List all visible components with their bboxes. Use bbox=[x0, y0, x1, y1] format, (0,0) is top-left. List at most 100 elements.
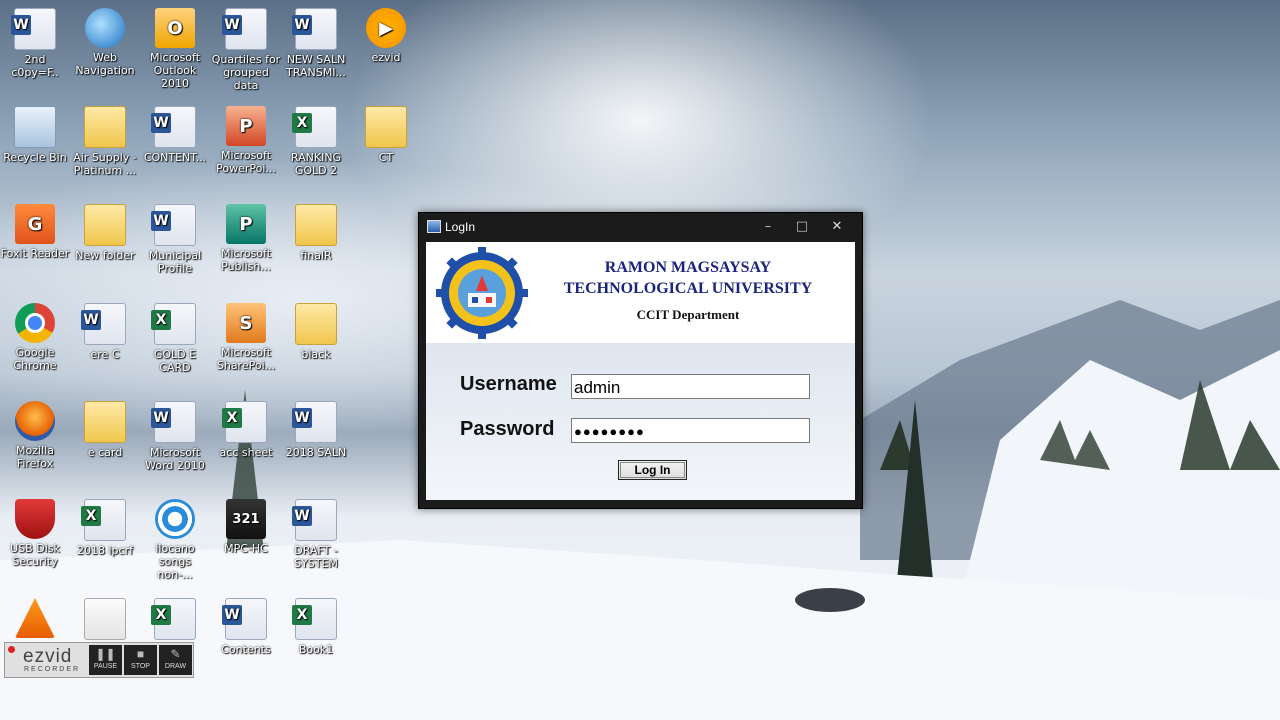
excel-icon bbox=[222, 401, 267, 443]
login-form: Username admin Password ●●●●●●●● Log In bbox=[426, 343, 855, 500]
desktop-icon[interactable]: e card bbox=[70, 401, 140, 459]
ppt-icon: P bbox=[226, 106, 266, 146]
desktop-icon-label: DRAFT - SYSTEM bbox=[294, 544, 338, 570]
chrome-icon bbox=[15, 303, 55, 343]
word-icon bbox=[292, 401, 337, 443]
desktop-icon[interactable]: P Microsoft Publish... bbox=[211, 204, 281, 273]
log-in-button[interactable]: Log In bbox=[618, 460, 687, 480]
desktop-icon[interactable]: finalR bbox=[281, 204, 351, 262]
desktop-icon-label: 2018 ipcrf bbox=[77, 544, 133, 557]
desktop-icon[interactable]: S Microsoft SharePoi... bbox=[211, 303, 281, 372]
word-icon bbox=[222, 8, 267, 50]
desktop-icon[interactable]: 321 MPC-HC bbox=[211, 499, 281, 555]
desktop-icon-label: NEW SALN TRANSMI... bbox=[286, 53, 346, 79]
excel-icon bbox=[292, 598, 337, 640]
desktop-icon[interactable]: DRAFT - SYSTEM bbox=[281, 499, 351, 570]
draw-button[interactable]: ✎ DRAW bbox=[159, 645, 192, 675]
desktop-icon[interactable]: O Microsoft Outlook 2010 bbox=[140, 8, 210, 90]
desktop-icon-label: Microsoft PowerPoi... bbox=[216, 149, 276, 175]
desktop-icon[interactable]: CONTENT... bbox=[140, 106, 210, 164]
shield-icon bbox=[15, 499, 55, 539]
window-titlebar[interactable]: LogIn – □ ✕ bbox=[419, 213, 862, 241]
desktop-icon-label: Microsoft SharePoi... bbox=[216, 346, 276, 372]
folder-icon bbox=[295, 303, 337, 345]
desktop-icon[interactable]: Quartiles for grouped data bbox=[211, 8, 281, 92]
vlc-icon bbox=[15, 598, 55, 638]
desktop-icon[interactable]: G Foxit Reader bbox=[0, 204, 70, 260]
desktop-icon[interactable]: NEW SALN TRANSMI... bbox=[281, 8, 351, 79]
minimize-button[interactable]: – bbox=[753, 217, 783, 237]
excel-icon bbox=[151, 598, 196, 640]
desktop-icon-label: Recycle Bin bbox=[3, 151, 67, 164]
desktop-icon[interactable]: ere C bbox=[70, 303, 140, 361]
desktop-icon[interactable]: CT bbox=[351, 106, 421, 164]
excel-icon bbox=[81, 499, 126, 541]
pause-button[interactable]: ❚❚ PAUSE bbox=[89, 645, 122, 675]
word-icon bbox=[81, 303, 126, 345]
desktop-icon[interactable]: New folder bbox=[70, 204, 140, 262]
desktop-icon[interactable]: ▶ ezvid bbox=[351, 8, 421, 64]
desktop-icon-label: ezvid bbox=[371, 51, 401, 64]
pause-icon: ❚❚ bbox=[95, 647, 116, 661]
desktop-icon-label: Contents bbox=[221, 643, 271, 656]
word-icon bbox=[11, 8, 56, 50]
desktop-icon-label: e card bbox=[87, 446, 123, 459]
desktop-icon[interactable]: black bbox=[281, 303, 351, 361]
desktop-icon[interactable]: Web Navigation bbox=[70, 8, 140, 77]
ezvid-logo: ezvid RECORDER bbox=[23, 646, 78, 673]
draw-label: DRAW bbox=[164, 663, 187, 670]
desktop-icon[interactable]: 2018 SALN bbox=[281, 401, 351, 459]
desktop-icon[interactable]: GOLD E CARD bbox=[140, 303, 210, 374]
word-icon bbox=[151, 106, 196, 148]
desktop-icon[interactable]: Contents bbox=[211, 598, 281, 656]
desktop-icon[interactable]: Microsoft Word 2010 bbox=[140, 401, 210, 472]
close-button[interactable]: ✕ bbox=[822, 217, 852, 237]
excel-icon bbox=[292, 106, 337, 148]
foxit-icon: G bbox=[15, 204, 55, 244]
desktop-icon-label: 2nd c0py=F.. bbox=[11, 53, 59, 79]
desktop-icon[interactable] bbox=[70, 598, 140, 643]
desktop-icon[interactable]: P Microsoft PowerPoi... bbox=[211, 106, 281, 175]
desktop-icon[interactable]: Air Supply - Platinum ... bbox=[70, 106, 140, 177]
desktop-icon-label: Microsoft Publish... bbox=[220, 247, 272, 273]
desktop-icon[interactable] bbox=[0, 598, 70, 641]
desktop-icon-label: Mozilla Firefox bbox=[16, 444, 54, 470]
username-label: Username bbox=[460, 373, 557, 395]
desktop-icon[interactable]: Mozilla Firefox bbox=[0, 401, 70, 470]
desktop-icon-label: Web Navigation bbox=[75, 51, 135, 77]
desktop-icon[interactable]: Google Chrome bbox=[0, 303, 70, 372]
ezvid-icon: ▶ bbox=[366, 8, 406, 48]
maximize-button[interactable]: □ bbox=[787, 217, 817, 237]
desktop-icon[interactable]: 2018 ipcrf bbox=[70, 499, 140, 557]
password-input[interactable]: ●●●●●●●● bbox=[571, 418, 810, 443]
desktop-icon-label: black bbox=[301, 348, 331, 361]
sp-icon: S bbox=[226, 303, 266, 343]
mpc-icon: 321 bbox=[226, 499, 266, 539]
stop-icon: ■ bbox=[136, 647, 145, 661]
desktop-icon[interactable]: 2nd c0py=F.. bbox=[0, 8, 70, 79]
folder-icon bbox=[84, 106, 126, 148]
desktop-icon-label: CONTENT... bbox=[143, 151, 207, 164]
desktop-icon[interactable]: ilocano songs non-... bbox=[140, 499, 210, 581]
recording-indicator-icon bbox=[8, 646, 15, 653]
username-input[interactable]: admin bbox=[571, 374, 810, 399]
desktop-icon-label: Google Chrome bbox=[13, 346, 57, 372]
university-name-line2: TECHNOLOGICAL UNIVERSITY bbox=[563, 280, 813, 297]
stop-button[interactable]: ■ STOP bbox=[124, 645, 157, 675]
desktop-icon[interactable]: Recycle Bin bbox=[0, 106, 70, 164]
desktop-icon[interactable] bbox=[140, 598, 210, 643]
desktop-icon-label: Quartiles for grouped data bbox=[211, 53, 281, 92]
word-icon bbox=[222, 598, 267, 640]
desktop-icon[interactable]: Municipal Profile bbox=[140, 204, 210, 275]
desktop-icon-label: Foxit Reader bbox=[0, 247, 70, 260]
university-banner: RAMON MAGSAYSAY TECHNOLOGICAL UNIVERSITY… bbox=[426, 242, 855, 343]
pub-icon: P bbox=[226, 204, 266, 244]
desktop-icon[interactable]: acc sheet bbox=[211, 401, 281, 459]
desktop-icon[interactable]: Book1 bbox=[281, 598, 351, 656]
desktop-icon[interactable]: RANKING GOLD 2 bbox=[281, 106, 351, 177]
desktop-icon-label: CT bbox=[378, 151, 394, 164]
desktop-icon-label: 2018 SALN bbox=[285, 446, 347, 459]
desktop-icon[interactable]: USB Disk Security bbox=[0, 499, 70, 568]
stop-label: STOP bbox=[131, 663, 150, 670]
desktop-icon-label: MPC-HC bbox=[224, 542, 268, 555]
